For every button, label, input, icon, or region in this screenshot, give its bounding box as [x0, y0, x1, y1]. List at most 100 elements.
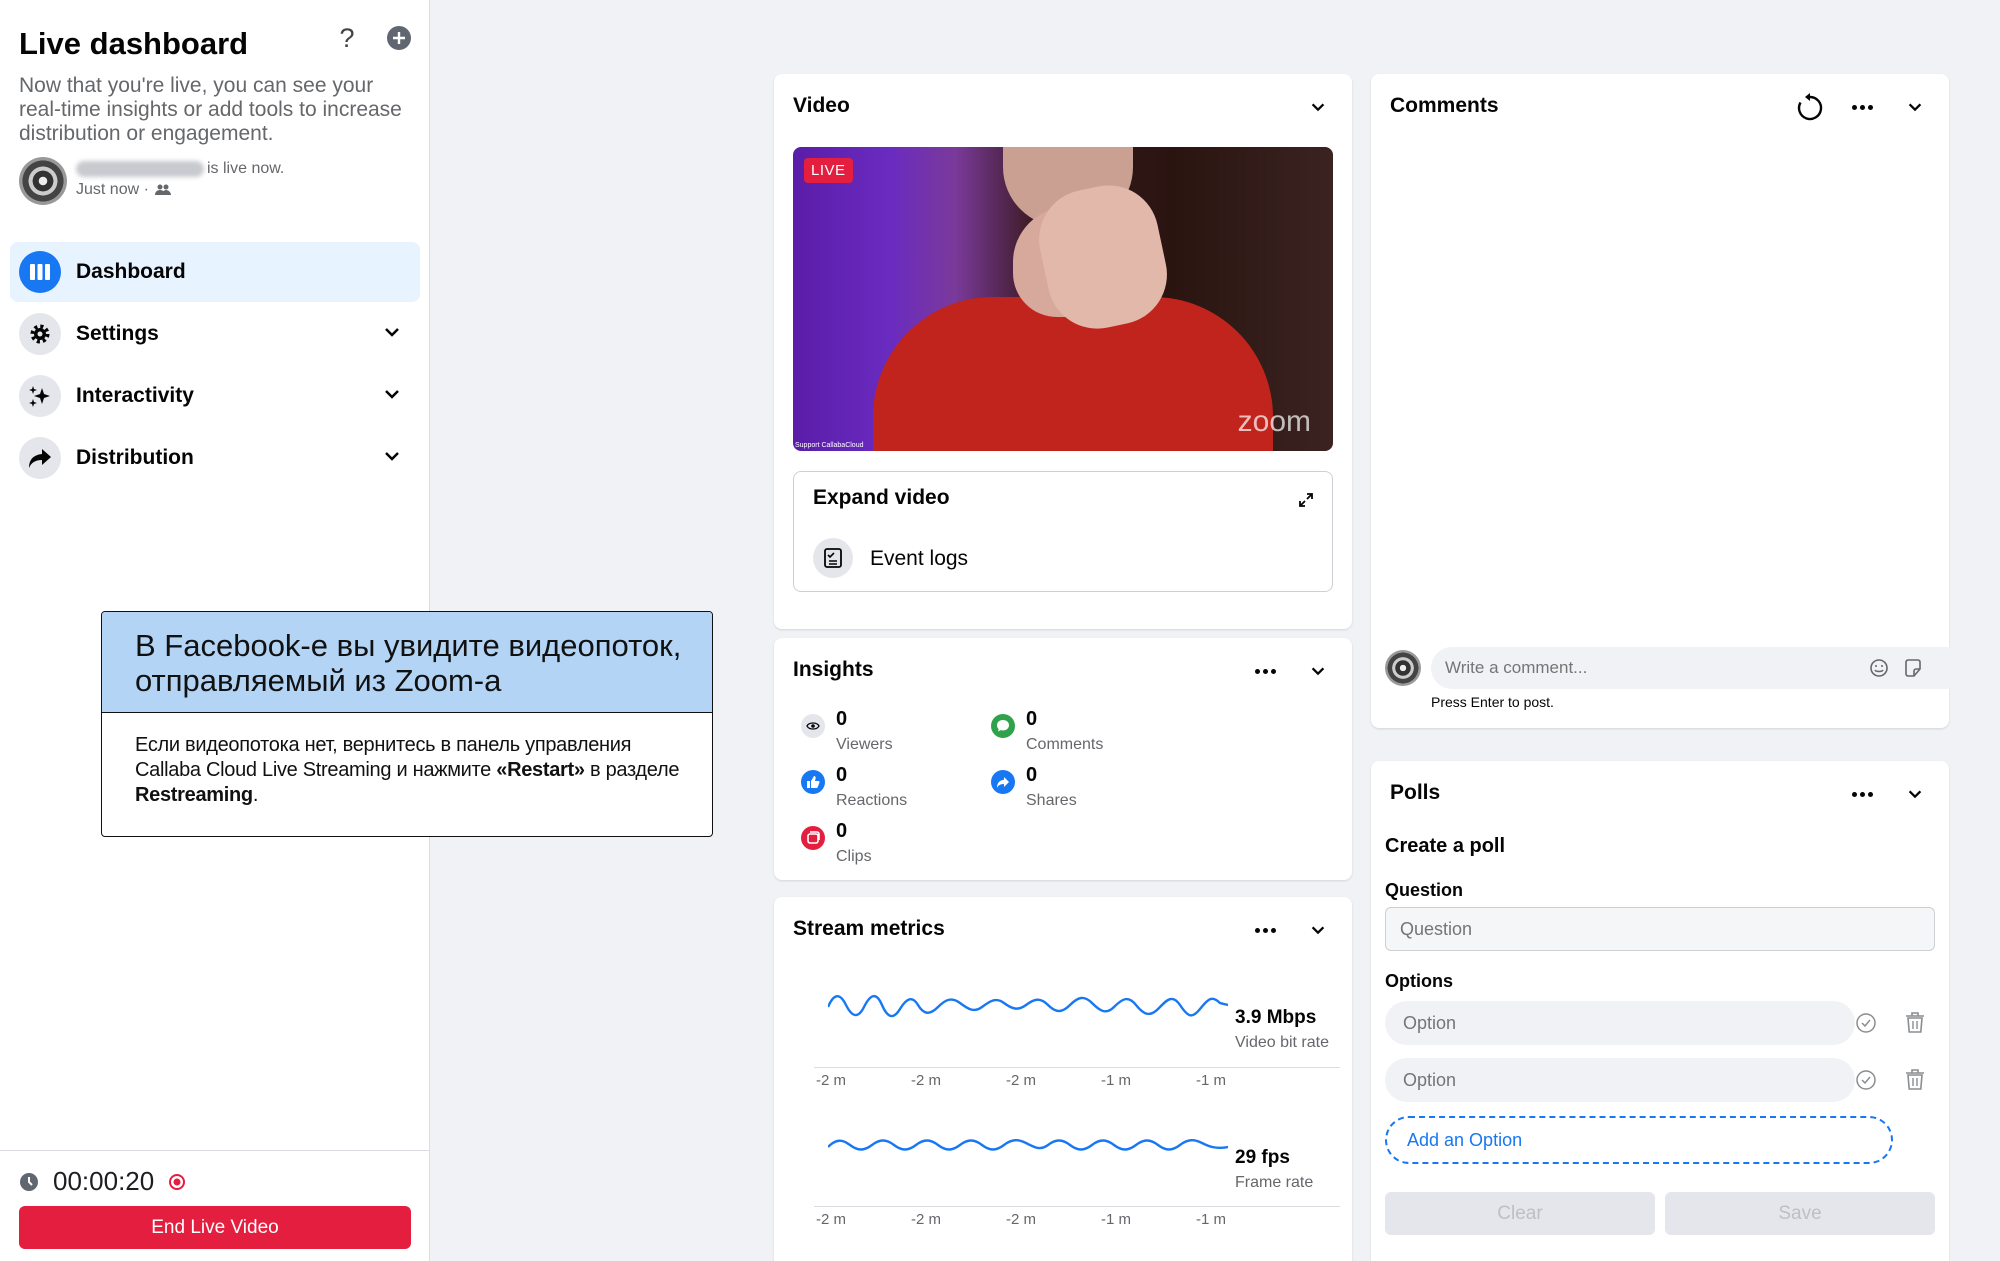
insight-value: 0: [1026, 764, 1038, 786]
more-options-icon[interactable]: [1249, 657, 1281, 685]
sticker-icon[interactable]: [1901, 656, 1925, 680]
axis-tick: -2 m: [911, 1072, 941, 1089]
chevron-down-icon[interactable]: [1901, 93, 1929, 121]
axis-line: [814, 1067, 1340, 1068]
insights-card: Insights 0 Viewers 0 Comments 0 Reaction…: [774, 638, 1352, 880]
eye-icon: [801, 714, 825, 738]
share-arrow-icon: [19, 437, 61, 479]
axis-tick: -2 m: [1006, 1211, 1036, 1228]
live-status-text: is live now.: [207, 160, 285, 177]
trash-icon[interactable]: [1902, 1010, 1928, 1036]
insight-label: Reactions: [836, 792, 908, 809]
chevron-down-icon[interactable]: [1304, 657, 1332, 685]
avatar: [19, 157, 67, 205]
axis-tick: -1 m: [1196, 1211, 1226, 1228]
expand-icon[interactable]: [1298, 492, 1314, 508]
chevron-down-icon: [385, 328, 399, 337]
sidebar-item-label: Dashboard: [76, 260, 186, 283]
post-time: Just now ·: [76, 181, 171, 199]
stream-metrics-title: Stream metrics: [793, 917, 945, 940]
video-card-title: Video: [793, 94, 850, 117]
option-input[interactable]: [1385, 1001, 1855, 1045]
chevron-down-icon[interactable]: [1304, 916, 1332, 944]
trash-icon[interactable]: [1902, 1067, 1928, 1093]
more-options-icon[interactable]: [1249, 916, 1281, 944]
event-logs-icon: [813, 538, 853, 578]
event-logs-link[interactable]: Event logs: [870, 547, 968, 571]
polls-card: Polls Create a poll Question Options Add…: [1371, 761, 1949, 1261]
callout-strong-text: «Restart»: [496, 759, 585, 781]
recording-icon: [169, 1173, 186, 1190]
framerate-sparkline: [828, 1139, 1228, 1151]
callout-text: в разделе: [584, 759, 680, 781]
sidebar-item-label: Interactivity: [76, 384, 194, 407]
callout-section-name: Restreaming: [135, 784, 253, 806]
insight-value: 0: [1026, 708, 1038, 730]
sidebar-item-label: Distribution: [76, 446, 194, 469]
zoom-watermark: zoom: [1237, 405, 1311, 438]
polls-card-title: Polls: [1390, 781, 1441, 804]
insight-value: 0: [836, 820, 848, 842]
insight-label: Viewers: [836, 736, 893, 753]
sparkle-icon: [19, 375, 61, 417]
support-label: Support CallabaCloud: [795, 442, 864, 449]
check-circle-icon[interactable]: [1854, 1068, 1878, 1092]
add-option-button[interactable]: Add an Option: [1385, 1116, 1893, 1164]
option-input[interactable]: [1385, 1058, 1855, 1102]
expand-video-panel[interactable]: Expand video Event logs: [793, 471, 1333, 592]
sidebar-item-label: Settings: [76, 322, 159, 345]
live-timer: 00:00:20: [19, 1166, 186, 1197]
blurred-username: [76, 161, 204, 177]
axis-tick: -1 m: [1196, 1072, 1226, 1089]
chevron-down-icon[interactable]: [1901, 780, 1929, 808]
video-card: Video LIVE zoom Support CallabaCloud Exp…: [774, 74, 1352, 629]
end-live-video-button[interactable]: End Live Video: [19, 1206, 411, 1249]
more-options-icon[interactable]: [1846, 780, 1878, 808]
timer-text: 00:00:20: [53, 1166, 155, 1196]
save-button[interactable]: Save: [1665, 1192, 1935, 1235]
insight-value: 0: [836, 708, 848, 730]
sidebar-item-interactivity[interactable]: Interactivity: [10, 366, 420, 426]
clock-icon: [20, 1172, 38, 1191]
emoji-icon[interactable]: [1867, 656, 1891, 680]
sidebar-item-distribution[interactable]: Distribution: [10, 428, 420, 488]
axis-tick: -2 m: [816, 1211, 846, 1228]
insight-label: Clips: [836, 848, 872, 865]
clear-button[interactable]: Clear: [1385, 1192, 1655, 1235]
tutorial-callout: В Facebook-е вы увидите видеопоток, отпр…: [101, 611, 713, 837]
chevron-down-icon: [385, 452, 399, 461]
callout-heading: В Facebook-е вы увидите видеопоток, отпр…: [102, 612, 712, 713]
axis-line: [814, 1206, 1340, 1207]
friends-icon: [154, 184, 171, 195]
dashboard-description: Now that you're live, you can see your r…: [19, 74, 402, 145]
options-label: Options: [1385, 971, 1453, 991]
axis-tick: -2 m: [911, 1211, 941, 1228]
question-input[interactable]: [1385, 907, 1935, 951]
framerate-label: Frame rate: [1235, 1174, 1314, 1191]
help-icon[interactable]: ?: [331, 22, 363, 54]
page-title: Live dashboard: [19, 26, 249, 61]
bitrate-sparkline: [828, 995, 1228, 1018]
divider: [0, 1150, 430, 1151]
callout-body: Если видеопотока нет, вернитесь в панель…: [102, 713, 712, 808]
avatar: [1385, 650, 1421, 686]
post-time-text: Just now ·: [76, 181, 149, 198]
expand-video-label: Expand video: [813, 486, 950, 509]
more-options-icon[interactable]: [1846, 93, 1878, 121]
sidebar-item-dashboard[interactable]: Dashboard: [10, 242, 420, 302]
share-icon: [991, 770, 1015, 794]
refresh-icon[interactable]: [1795, 93, 1825, 123]
check-circle-icon[interactable]: [1854, 1011, 1878, 1035]
axis-tick: -2 m: [1006, 1072, 1036, 1089]
framerate-value: 29 fps: [1235, 1147, 1290, 1168]
chevron-down-icon[interactable]: [1304, 93, 1332, 121]
create-poll-heading: Create a poll: [1385, 835, 1506, 857]
add-icon[interactable]: [383, 22, 415, 54]
live-badge: LIVE: [804, 158, 853, 183]
comment-hint: Press Enter to post.: [1431, 694, 1554, 710]
gear-icon: [19, 313, 61, 355]
live-video-preview[interactable]: LIVE zoom Support CallabaCloud: [793, 147, 1333, 451]
comment-icon: [991, 714, 1015, 738]
clip-icon: [801, 826, 825, 850]
sidebar-item-settings[interactable]: Settings: [10, 304, 420, 364]
